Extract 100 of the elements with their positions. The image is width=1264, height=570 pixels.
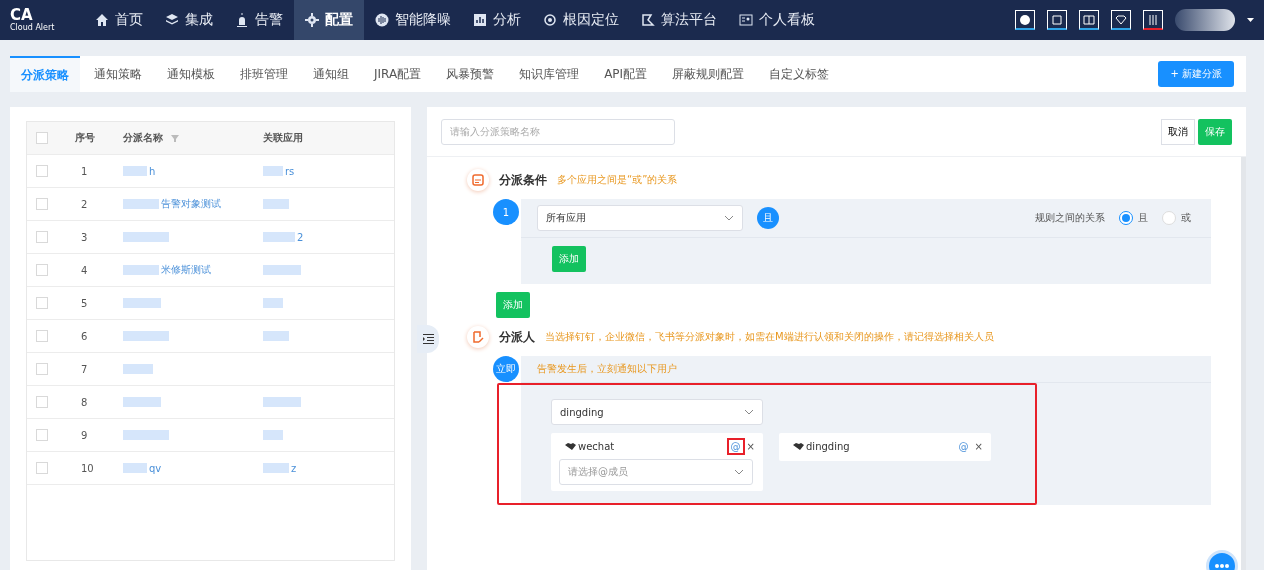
document-icon — [472, 174, 484, 186]
relation-radio[interactable]: 且 — [1119, 211, 1148, 225]
redacted-mark — [123, 397, 161, 407]
sound-wave-icon — [375, 13, 389, 27]
alarm-light-icon — [235, 13, 249, 27]
select-all-checkbox[interactable] — [36, 132, 48, 144]
table-cell-text: 10 — [80, 462, 95, 474]
step-badge: 1 — [493, 199, 519, 225]
nav-item[interactable]: 智能降噪 — [364, 0, 462, 40]
nav-item[interactable]: 首页 — [84, 0, 154, 40]
redacted-mark — [123, 298, 161, 308]
step-badge: 立即 — [493, 356, 519, 382]
table-cell-text: 2 — [80, 198, 89, 210]
row-checkbox[interactable] — [36, 165, 48, 177]
brand-title: CA — [10, 7, 34, 23]
radio-label: 或 — [1181, 211, 1191, 225]
relation-radio[interactable]: 或 — [1162, 211, 1191, 225]
assignment-name-link[interactable]: 米修斯测试 — [161, 263, 211, 277]
tab[interactable]: 自定义标签 — [758, 56, 841, 92]
section-hint: 当选择钉钉，企业微信，飞书等分派对象时，如需在M端进行认领和关闭的操作，请记得选择相关人员 — [545, 330, 994, 344]
row-checkbox[interactable] — [36, 198, 48, 210]
remove-button[interactable]: × — [974, 440, 983, 452]
tab[interactable]: 知识库管理 — [508, 56, 591, 92]
row-checkbox[interactable] — [36, 264, 48, 276]
indent-icon — [422, 334, 434, 344]
redacted-mark — [263, 265, 301, 275]
remove-button[interactable]: × — [746, 440, 755, 452]
and-badge: 且 — [757, 207, 779, 229]
table-cell-text: 9 — [80, 429, 89, 441]
tab[interactable]: 通知组 — [302, 56, 360, 92]
cancel-button[interactable]: 取消 — [1161, 118, 1195, 145]
channel-select[interactable]: dingding — [551, 399, 763, 425]
nav-item[interactable]: 个人看板 — [728, 0, 826, 40]
redacted-mark — [263, 331, 289, 341]
nav-item[interactable]: 集成 — [154, 0, 224, 40]
tab[interactable]: 排班管理 — [229, 56, 299, 92]
redacted-mark — [123, 430, 169, 440]
redacted-mark — [123, 265, 159, 275]
table-cell-text: 5 — [80, 297, 89, 309]
radio-dot[interactable] — [1119, 211, 1133, 225]
user-avatar[interactable] — [1175, 9, 1235, 31]
column-header: 序号 — [75, 131, 96, 145]
app-link[interactable]: z — [291, 462, 297, 474]
column-header[interactable]: 分派名称 — [123, 131, 263, 145]
mention-button[interactable]: @ — [726, 437, 745, 455]
row-checkbox[interactable] — [36, 363, 48, 375]
assignment-name-link[interactable]: h — [149, 165, 156, 177]
chevron-down-icon — [744, 409, 754, 415]
nav-item[interactable]: 根因定位 — [532, 0, 630, 40]
redacted-mark — [123, 232, 169, 242]
redacted-mark — [263, 199, 289, 209]
tab[interactable]: 风暴预警 — [435, 56, 506, 92]
redacted-mark — [123, 463, 147, 473]
radio-label: 且 — [1138, 211, 1148, 225]
redacted-mark — [263, 298, 283, 308]
chevron-down-icon — [724, 215, 734, 221]
column-header: 关联应用 — [263, 131, 304, 145]
tab[interactable]: 屏蔽规则配置 — [661, 56, 756, 92]
app-select[interactable]: 所有应用 — [537, 205, 743, 231]
redacted-mark — [123, 166, 147, 176]
nav-item[interactable]: 告警 — [224, 0, 294, 40]
row-checkbox[interactable] — [36, 231, 48, 243]
nav-item[interactable]: 配置 — [294, 0, 364, 40]
strategy-name-field[interactable]: 请输入分派策略名称 — [441, 118, 675, 145]
table-cell-text: 1 — [80, 165, 89, 177]
tab[interactable]: 通知模板 — [156, 56, 226, 92]
row-checkbox[interactable] — [36, 297, 48, 309]
redacted-mark — [263, 232, 295, 242]
section-title: 分派条件 — [499, 171, 547, 189]
tab[interactable]: 通知策略 — [83, 56, 153, 92]
nav-item[interactable]: 分析 — [462, 0, 532, 40]
mention-button[interactable]: @ — [954, 437, 973, 455]
caret-icon[interactable] — [1247, 18, 1254, 22]
section-hint: 多个应用之间是“或”的关系 — [557, 173, 678, 187]
diamond-icon[interactable] — [1115, 13, 1127, 26]
edit-document-icon — [472, 331, 484, 343]
assignment-name-link[interactable]: 告警对象测试 — [161, 197, 221, 211]
redacted-mark — [263, 397, 301, 407]
row-checkbox[interactable] — [36, 330, 48, 342]
filter-icon[interactable] — [171, 134, 179, 142]
redacted-mark — [123, 331, 169, 341]
row-checkbox[interactable] — [36, 429, 48, 441]
tab[interactable]: API配置 — [593, 56, 659, 92]
table-cell-text: 8 — [80, 396, 89, 408]
chevron-down-icon — [734, 469, 744, 475]
nav-item[interactable]: 算法平台 — [630, 0, 728, 40]
tab[interactable]: JIRA配置 — [363, 56, 433, 92]
redacted-mark — [123, 364, 153, 374]
relation-label: 规则之间的关系 — [1035, 211, 1105, 225]
collapse-handle[interactable] — [417, 325, 439, 353]
assignment-name-link[interactable]: qv — [149, 462, 162, 474]
section-title: 分派人 — [499, 328, 535, 346]
recipient-name: wechat — [565, 440, 615, 452]
table-cell-text: 6 — [80, 330, 89, 342]
bar-chart-icon — [473, 13, 487, 27]
book-icon[interactable] — [1083, 13, 1095, 26]
row-checkbox[interactable] — [36, 462, 48, 474]
app-link[interactable]: rs — [285, 165, 295, 177]
row-checkbox[interactable] — [36, 396, 48, 408]
redacted-mark — [263, 430, 283, 440]
